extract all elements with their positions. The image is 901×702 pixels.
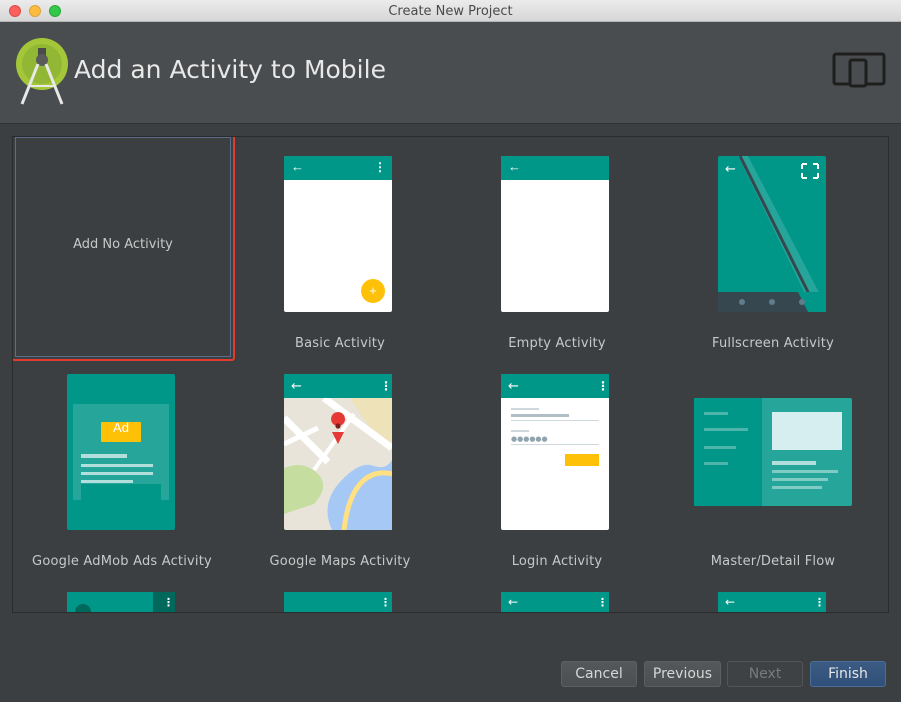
activity-label: Google Maps Activity: [269, 554, 411, 569]
activity-tile-admob[interactable]: Ad Google AdMob Ads Activity: [13, 355, 231, 573]
cancel-button[interactable]: Cancel: [561, 661, 637, 687]
activity-label: Empty Activity: [508, 336, 606, 351]
activity-tile-master-detail[interactable]: Master/Detail Flow: [664, 355, 882, 573]
svg-text:⋮: ⋮: [380, 379, 392, 393]
activity-tile-partial-4[interactable]: ← ⋮: [664, 573, 882, 612]
activity-label: Fullscreen Activity: [712, 336, 834, 351]
master-detail-preview: [694, 398, 852, 506]
title-bar: Create New Project: [0, 0, 901, 22]
back-arrow-icon: ←: [291, 159, 304, 174]
activity-label: Basic Activity: [295, 336, 385, 351]
svg-text:●●●●●●: ●●●●●●: [511, 435, 548, 443]
svg-text:⋮: ⋮: [380, 596, 391, 609]
window-title: Create New Project: [388, 4, 513, 19]
scrolling-activity-preview: ⋮: [284, 592, 392, 612]
fab-plus-icon: +: [361, 279, 385, 303]
activity-tile-empty[interactable]: ← Empty Activity: [448, 137, 666, 355]
maps-activity-preview: ← ⋮: [284, 374, 392, 530]
activity-label: Google AdMob Ads Activity: [32, 554, 212, 569]
activity-tile-login[interactable]: ← ⋮ ●●●●●● Login Activity: [448, 355, 666, 573]
activity-tile-partial-2[interactable]: ⋮: [231, 573, 449, 612]
previous-button[interactable]: Previous: [644, 661, 721, 687]
empty-activity-preview: ←: [501, 156, 609, 312]
activity-tile-partial-3[interactable]: ← ⋮: [448, 573, 666, 612]
activity-gallery[interactable]: Add No Activity ← ⋮ + Basic Activity ← E…: [12, 136, 889, 613]
activity-label: Add No Activity: [73, 237, 173, 252]
overflow-menu-icon: ⋮: [374, 160, 386, 174]
svg-text:⋮: ⋮: [597, 379, 609, 393]
tabbed-activity-preview: ← ⋮: [718, 592, 826, 612]
svg-text:⋮: ⋮: [163, 596, 174, 609]
svg-text:⋮: ⋮: [814, 596, 825, 609]
svg-text:←: ←: [508, 595, 518, 609]
activity-tile-fullscreen[interactable]: ← Fullscreen Activity: [664, 137, 882, 355]
app-bar: ←: [501, 156, 609, 180]
ad-badge: Ad: [113, 420, 129, 435]
fullscreen-activity-preview: ←: [718, 156, 826, 312]
svg-text:⋮: ⋮: [597, 596, 608, 609]
page-title: Add an Activity to Mobile: [74, 55, 386, 84]
wizard-header: Add an Activity to Mobile: [0, 22, 901, 124]
activity-tile-basic[interactable]: ← ⋮ + Basic Activity: [231, 137, 449, 355]
finish-button[interactable]: Finish: [810, 661, 886, 687]
back-arrow-icon: ←: [508, 159, 521, 174]
activity-label: Login Activity: [511, 554, 603, 569]
create-project-window: Create New Project Add an Activity to Mo…: [0, 0, 901, 702]
activity-tile-maps[interactable]: ← ⋮ Google Maps Activity: [231, 355, 449, 573]
next-button[interactable]: Next: [727, 661, 803, 687]
nav-drawer-preview: ⋮: [67, 592, 175, 612]
form-factor-device-icon: [832, 52, 886, 88]
svg-text:←: ←: [291, 379, 302, 394]
android-studio-logo-icon: [16, 38, 68, 105]
settings-activity-preview: ← ⋮: [501, 592, 609, 612]
login-activity-preview: ← ⋮ ●●●●●●: [501, 374, 609, 530]
svg-text:←: ←: [725, 595, 735, 609]
app-bar: ← ⋮: [284, 156, 392, 180]
activity-tile-partial-1[interactable]: ⋮: [13, 573, 231, 612]
svg-text:←: ←: [725, 162, 736, 177]
admob-activity-preview: [67, 374, 175, 530]
svg-text:←: ←: [508, 379, 519, 394]
activity-tile-add-no-activity[interactable]: Add No Activity: [13, 137, 235, 361]
basic-activity-preview: ← ⋮ +: [284, 156, 392, 312]
activity-label: Master/Detail Flow: [710, 554, 836, 569]
